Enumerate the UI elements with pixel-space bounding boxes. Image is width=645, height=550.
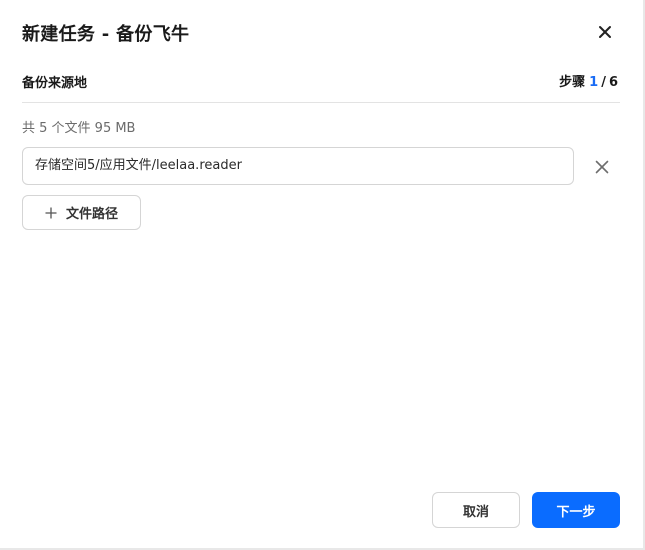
add-file-path-button[interactable]: 文件路径 bbox=[22, 195, 141, 230]
plus-icon bbox=[45, 206, 57, 219]
step-total: 6 bbox=[608, 75, 618, 90]
file-summary: 共 5 个文件 95 MB bbox=[22, 121, 136, 136]
source-path-field[interactable]: 存储空间5/应用文件/leelaa.reader bbox=[22, 147, 574, 185]
remove-path-button[interactable] bbox=[593, 158, 611, 176]
close-button[interactable] bbox=[594, 21, 616, 43]
next-step-button[interactable]: 下一步 bbox=[532, 492, 620, 528]
dialog-title: 新建任务 - 备份飞牛 bbox=[22, 24, 190, 45]
step-current: 1 bbox=[589, 75, 599, 90]
close-icon bbox=[599, 26, 611, 38]
divider bbox=[22, 102, 620, 103]
step-separator: / bbox=[601, 75, 606, 90]
step-prefix: 步骤 bbox=[559, 75, 586, 90]
backup-task-dialog: 新建任务 - 备份飞牛 备份来源地 步骤 1/6 共 5 个文件 95 MB 存储… bbox=[0, 0, 645, 550]
add-path-label: 文件路径 bbox=[65, 207, 118, 222]
step-title: 备份来源地 bbox=[22, 76, 88, 91]
step-indicator: 步骤 1/6 bbox=[559, 71, 618, 90]
close-icon bbox=[595, 160, 609, 174]
cancel-button[interactable]: 取消 bbox=[432, 492, 520, 528]
